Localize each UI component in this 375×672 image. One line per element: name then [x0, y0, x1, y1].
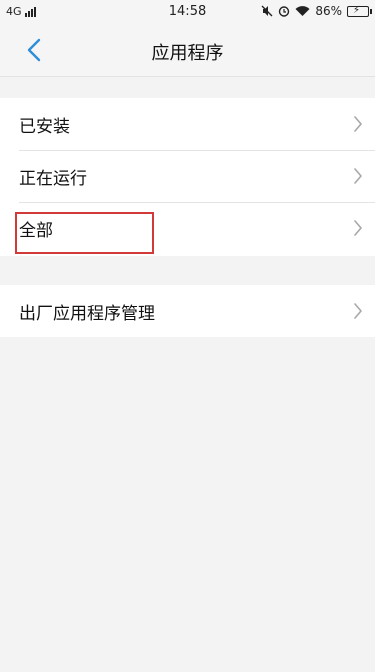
- alarm-icon: [279, 6, 290, 17]
- status-bar: 4G 14:58 86% ⚡: [0, 0, 375, 24]
- chevron-right-icon: [354, 116, 362, 132]
- menu-item-label: 出厂应用程序管理: [19, 303, 155, 324]
- chevron-right-icon: [354, 220, 362, 236]
- chevron-right-icon: [354, 168, 362, 184]
- highlight-annotation-box: [15, 212, 154, 254]
- menu-item-running[interactable]: 正在运行: [0, 150, 375, 202]
- battery-icon: ⚡: [347, 5, 372, 17]
- chevron-right-icon: [354, 303, 362, 319]
- mute-icon: [261, 5, 273, 17]
- menu-item-factory-apps[interactable]: 出厂应用程序管理: [0, 285, 375, 337]
- navigation-bar: 应用程序: [0, 24, 375, 77]
- wifi-icon: [295, 6, 310, 16]
- factory-apps-group: 出厂应用程序管理: [0, 285, 375, 337]
- page-title: 应用程序: [151, 43, 224, 64]
- menu-item-installed[interactable]: 已安装: [0, 98, 375, 150]
- battery-percent: 86%: [315, 4, 342, 18]
- menu-item-label: 已安装: [19, 116, 70, 137]
- menu-item-label: 正在运行: [19, 168, 87, 189]
